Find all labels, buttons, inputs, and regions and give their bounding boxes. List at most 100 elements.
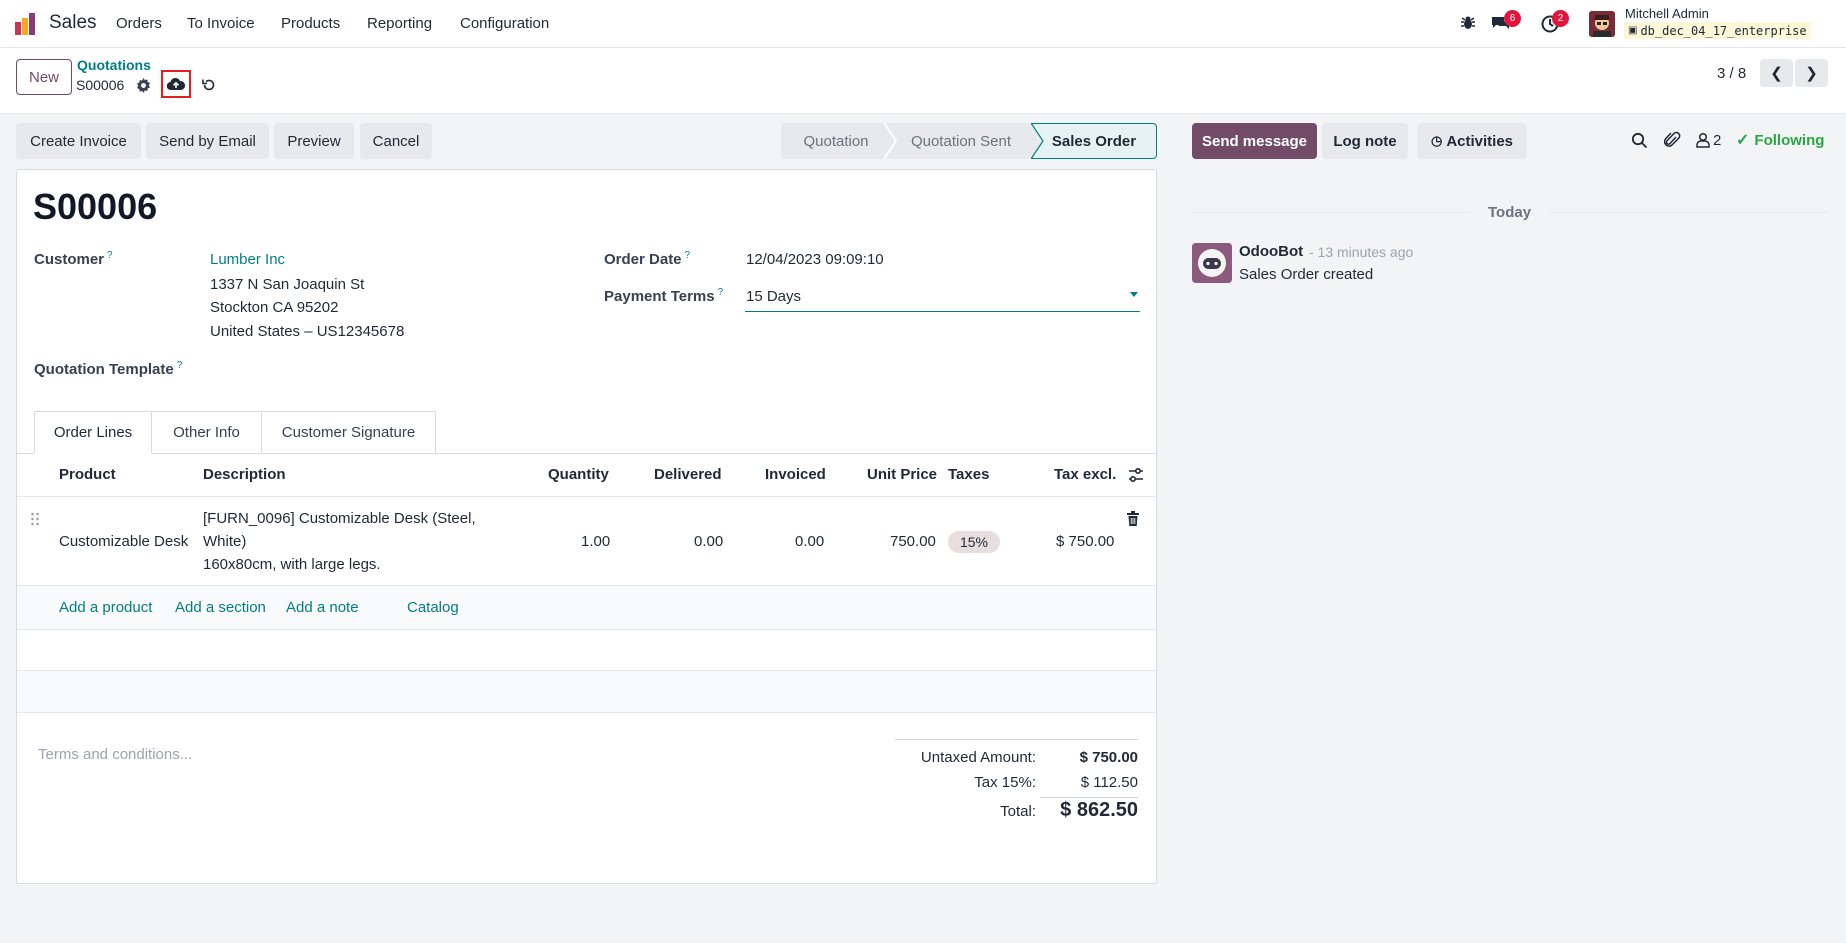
- pager-previous-button[interactable]: ❮: [1760, 59, 1793, 87]
- column-taxes[interactable]: Taxes: [948, 466, 989, 483]
- column-tax-excl[interactable]: Tax excl.: [1054, 466, 1116, 483]
- activities-button[interactable]: ◷ Activities: [1417, 123, 1527, 159]
- empty-row: [17, 671, 1156, 712]
- trash-icon[interactable]: [1127, 511, 1139, 526]
- stage-quotation-sent[interactable]: Quotation Sent: [891, 123, 1031, 159]
- help-marker[interactable]: ?: [177, 360, 183, 371]
- help-marker[interactable]: ?: [718, 287, 724, 298]
- order-date-label-text: Order Date: [604, 251, 682, 268]
- user-name[interactable]: Mitchell Admin: [1625, 6, 1709, 21]
- save-cloud-button[interactable]: [161, 70, 191, 98]
- menu-to-invoice[interactable]: To Invoice: [187, 15, 255, 32]
- optional-columns-toggle-icon[interactable]: [1128, 467, 1144, 483]
- tax-value: $ 112.50: [1080, 774, 1138, 791]
- tax-label: Tax 15%:: [974, 774, 1036, 791]
- following-button[interactable]: ✓ Following: [1736, 131, 1825, 150]
- send-message-button[interactable]: Send message: [1192, 123, 1317, 159]
- database-tag: ▣ db_dec_04_17_enterprise: [1624, 22, 1811, 39]
- customer-label: Customer?: [34, 250, 113, 268]
- user-avatar[interactable]: [1589, 11, 1615, 37]
- line-product[interactable]: Customizable Desk: [59, 533, 188, 550]
- discard-undo-icon[interactable]: [201, 77, 217, 93]
- stage-sales-order[interactable]: Sales Order: [1031, 123, 1157, 159]
- stage-separator-icon: [884, 123, 898, 159]
- stage-quotation[interactable]: Quotation: [781, 123, 891, 159]
- sales-app-icon[interactable]: [14, 12, 38, 36]
- help-marker[interactable]: ?: [107, 250, 113, 261]
- catalog-link[interactable]: Catalog: [407, 599, 459, 616]
- followers-button[interactable]: 2: [1696, 131, 1721, 149]
- order-date-value[interactable]: 12/04/2023 09:09:10: [746, 251, 884, 268]
- line-delivered[interactable]: 0.00: [694, 533, 723, 550]
- customer-address-line1: 1337 N San Joaquin St: [210, 276, 365, 293]
- terms-and-conditions-input[interactable]: Terms and conditions...: [38, 746, 192, 763]
- total-border: [1040, 797, 1138, 798]
- untaxed-amount-label: Untaxed Amount:: [920, 749, 1036, 766]
- breadcrumb-current-record: S00006: [76, 77, 125, 93]
- line-tax-badge[interactable]: 15%: [948, 531, 1000, 553]
- help-marker[interactable]: ?: [685, 250, 691, 261]
- line-description-3[interactable]: 160x80cm, with large legs.: [203, 556, 381, 573]
- create-invoice-button[interactable]: Create Invoice: [16, 123, 141, 159]
- messages-badge: 6: [1504, 10, 1521, 27]
- attachment-paperclip-icon[interactable]: [1663, 131, 1681, 149]
- breadcrumb-quotations[interactable]: Quotations: [77, 57, 151, 73]
- caret-down-icon: [1130, 292, 1138, 297]
- database-name: db_dec_04_17_enterprise: [1640, 23, 1807, 38]
- quotation-template-label-text: Quotation Template: [34, 361, 174, 378]
- tab-customer-signature-label: Customer Signature: [281, 424, 416, 441]
- log-note-button[interactable]: Log note: [1322, 123, 1408, 159]
- line-description-1[interactable]: [FURN_0096] Customizable Desk (Steel,: [203, 510, 476, 527]
- column-quantity[interactable]: Quantity: [548, 466, 609, 483]
- payment-terms-select[interactable]: 15 Days: [745, 284, 1140, 312]
- column-invoiced[interactable]: Invoiced: [765, 466, 826, 483]
- customer-name-link[interactable]: Lumber Inc: [210, 251, 285, 268]
- pager-value[interactable]: 3 / 8: [1717, 65, 1746, 82]
- menu-orders[interactable]: Orders: [116, 15, 162, 32]
- new-button[interactable]: New: [16, 59, 72, 95]
- message-author[interactable]: OdooBot: [1239, 243, 1303, 260]
- cancel-button[interactable]: Cancel: [360, 123, 432, 159]
- database-icon: ▣: [1628, 25, 1638, 36]
- untaxed-amount-value: $ 750.00: [1079, 749, 1138, 766]
- menu-reporting[interactable]: Reporting: [367, 15, 432, 32]
- column-unit-price[interactable]: Unit Price: [867, 466, 937, 483]
- activities-badge: 2: [1552, 10, 1569, 27]
- tab-other-info-label: Other Info: [173, 424, 240, 441]
- following-label: Following: [1754, 131, 1825, 149]
- preview-button[interactable]: Preview: [274, 123, 354, 159]
- search-icon[interactable]: [1631, 132, 1648, 149]
- gear-icon[interactable]: [136, 78, 151, 93]
- odoobot-avatar[interactable]: [1192, 243, 1232, 283]
- drag-handle-icon[interactable]: [30, 512, 40, 526]
- tabs-bottom-border: [17, 453, 1156, 454]
- column-description[interactable]: Description: [203, 466, 286, 483]
- tab-customer-signature[interactable]: Customer Signature: [262, 411, 436, 453]
- pager-next-button[interactable]: ❯: [1795, 59, 1828, 87]
- column-delivered[interactable]: Delivered: [654, 466, 722, 483]
- line-invoiced[interactable]: 0.00: [795, 533, 824, 550]
- line-description-2[interactable]: White): [203, 533, 246, 550]
- menu-products[interactable]: Products: [281, 15, 340, 32]
- user-icon: [1696, 132, 1710, 148]
- send-by-email-button[interactable]: Send by Email: [146, 123, 269, 159]
- menu-configuration[interactable]: Configuration: [460, 15, 549, 32]
- record-title: S00006: [33, 186, 158, 227]
- date-separator-label: Today: [1488, 204, 1532, 221]
- add-note-link[interactable]: Add a note: [286, 599, 359, 616]
- line-quantity[interactable]: 1.00: [581, 533, 610, 550]
- date-separator-right: [1550, 212, 1827, 213]
- app-name[interactable]: Sales: [49, 12, 97, 34]
- add-product-link[interactable]: Add a product: [59, 599, 152, 616]
- total-value: $ 862.50: [1060, 799, 1138, 821]
- followers-count: 2: [1713, 131, 1722, 149]
- payment-terms-label: Payment Terms?: [604, 287, 723, 305]
- line-unit-price[interactable]: 750.00: [890, 533, 936, 550]
- control-panel: New Quotations S00006 3 / 8 ❮ ❯: [0, 48, 1846, 114]
- add-section-link[interactable]: Add a section: [175, 599, 266, 616]
- top-navbar: Sales Orders To Invoice Products Reporti…: [0, 0, 1846, 48]
- bug-icon[interactable]: [1459, 14, 1477, 32]
- tab-order-lines[interactable]: Order Lines: [34, 411, 152, 454]
- column-product[interactable]: Product: [59, 466, 116, 483]
- tab-other-info[interactable]: Other Info: [152, 411, 262, 453]
